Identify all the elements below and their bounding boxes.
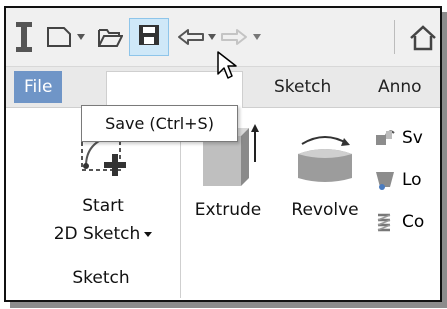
small-tools-column: Sv Lo Co xyxy=(374,118,440,242)
revolve-label: Revolve xyxy=(291,200,359,220)
save-tooltip: Save (Ctrl+S) xyxy=(81,105,238,142)
sketch-panel-label: Sketch xyxy=(72,268,130,288)
tab-annotate[interactable]: Anno xyxy=(378,67,422,107)
sweep-button[interactable]: Sv xyxy=(374,118,440,158)
undo-dropdown-arrow[interactable] xyxy=(207,24,217,50)
start-sketch-label-line1: Start xyxy=(82,196,124,216)
coil-label: Co xyxy=(402,212,425,232)
save-icon xyxy=(137,23,161,51)
loft-icon xyxy=(376,172,394,190)
tab-sketch[interactable]: Sketch xyxy=(274,67,331,107)
app-window: File Sketch Anno Start 2D Sketch Sketch … xyxy=(4,6,442,302)
new-icon[interactable] xyxy=(46,24,72,50)
revolve-icon xyxy=(298,136,352,182)
loft-label: Lo xyxy=(402,170,422,190)
home-icon[interactable] xyxy=(406,24,440,52)
coil-button[interactable]: Co xyxy=(374,202,440,242)
sweep-label: Sv xyxy=(402,128,423,148)
text-cursor-icon[interactable] xyxy=(12,20,36,54)
revolve-button[interactable]: Revolve xyxy=(282,122,368,224)
toolbar-separator xyxy=(394,20,395,54)
coil-icon xyxy=(377,213,391,232)
redo-dropdown-arrow[interactable] xyxy=(252,24,262,50)
loft-button[interactable]: Lo xyxy=(374,160,440,200)
redo-icon[interactable] xyxy=(219,24,249,50)
start-sketch-label-line2: 2D Sketch xyxy=(53,224,141,244)
sweep-icon xyxy=(376,130,395,145)
extrude-label: Extrude xyxy=(194,200,262,220)
open-icon[interactable] xyxy=(96,24,124,50)
mouse-pointer-icon xyxy=(216,50,240,82)
save-button[interactable] xyxy=(129,18,169,56)
tab-file[interactable]: File xyxy=(14,71,63,103)
chevron-down-icon[interactable] xyxy=(144,231,153,237)
undo-icon[interactable] xyxy=(176,24,206,50)
new-dropdown-arrow[interactable] xyxy=(76,24,86,50)
